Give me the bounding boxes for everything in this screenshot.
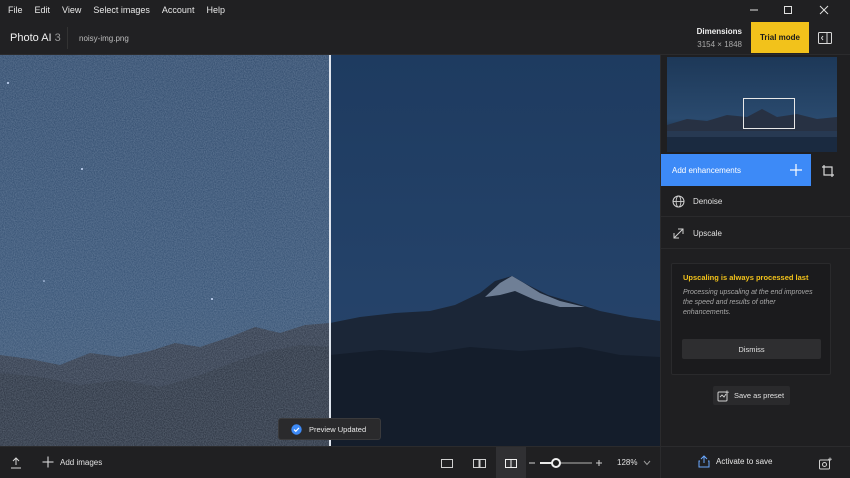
compare-divider	[329, 55, 331, 446]
notice-title: Upscaling is always processed last	[683, 273, 809, 282]
menu-bar: File Edit View Select images Account Hel…	[0, 0, 850, 20]
tab-divider	[67, 27, 68, 49]
enhancement-label: Denoise	[693, 196, 723, 206]
menu-account[interactable]: Account	[158, 5, 199, 15]
menu-edit[interactable]: Edit	[31, 5, 55, 15]
file-tab[interactable]: noisy-img.png	[79, 34, 129, 43]
preview-updated-toast: Preview Updated	[278, 418, 381, 440]
panel-toggle-icon[interactable]	[814, 28, 836, 48]
plus-icon	[787, 161, 805, 179]
view-split-icon[interactable]	[496, 447, 526, 478]
dimensions-value: 3154 × 1848	[697, 40, 742, 49]
preset-icon	[717, 390, 729, 402]
enhancement-label: Upscale	[693, 228, 722, 238]
app-title: Photo AI 3	[10, 32, 61, 44]
divider	[660, 447, 661, 478]
minimize-icon[interactable]	[737, 0, 771, 20]
expand-arrows-icon	[671, 226, 685, 240]
menu-help[interactable]: Help	[202, 5, 229, 15]
menu-file[interactable]: File	[4, 5, 27, 15]
zoom-in-icon[interactable]	[594, 458, 604, 468]
menu-select-images[interactable]: Select images	[89, 5, 154, 15]
trial-mode-button[interactable]: Trial mode	[751, 22, 809, 53]
add-images-button[interactable]: Add images	[42, 456, 102, 468]
app-name: Photo AI	[10, 32, 52, 44]
zoom-slider-thumb[interactable]	[550, 458, 561, 468]
bottom-bar: Add images 128% Activate to save	[0, 446, 850, 478]
activate-to-save-button[interactable]: Activate to save	[698, 455, 772, 468]
add-images-label: Add images	[60, 457, 103, 467]
chevron-down-icon[interactable]	[642, 458, 652, 468]
view-single-icon[interactable]	[437, 453, 457, 473]
zoom-value[interactable]: 128%	[617, 458, 637, 467]
toast-label: Preview Updated	[309, 424, 367, 434]
share-upload-icon	[698, 455, 710, 468]
zoom-out-icon[interactable]	[527, 458, 537, 468]
close-icon[interactable]	[807, 0, 841, 20]
image-canvas[interactable]	[0, 55, 660, 446]
image-preview	[0, 55, 660, 446]
view-side-by-side-icon[interactable]	[469, 453, 489, 473]
enhancement-denoise[interactable]: Denoise	[661, 186, 850, 217]
crop-icon[interactable]	[815, 158, 841, 184]
save-preset-button[interactable]: Save as preset	[713, 386, 790, 405]
activate-label: Activate to save	[716, 457, 773, 466]
notice-body: Processing upscaling at the end improves…	[683, 289, 813, 316]
save-preset-label: Save as preset	[734, 391, 785, 400]
navigator-thumbnail[interactable]	[667, 57, 837, 152]
dismiss-button[interactable]: Dismiss	[682, 339, 821, 359]
sidebar: Add enhancements Denoise Upscale Upscali…	[660, 55, 850, 446]
check-circle-icon	[291, 423, 302, 435]
viewport-frame[interactable]	[743, 98, 795, 129]
add-enhancements-button[interactable]: Add enhancements	[661, 154, 811, 186]
maximize-icon[interactable]	[771, 0, 805, 20]
export-icon[interactable]	[8, 455, 24, 471]
dimensions-label: Dimensions	[696, 27, 742, 36]
enhancement-upscale[interactable]: Upscale	[661, 218, 850, 249]
export-settings-icon[interactable]	[816, 454, 834, 472]
upscale-notice: Upscaling is always processed last Proce…	[671, 263, 831, 375]
zoom-slider[interactable]	[540, 458, 592, 468]
add-enhancements-label: Add enhancements	[672, 165, 741, 175]
title-bar: Photo AI 3 noisy-img.png Dimensions 3154 …	[0, 20, 850, 55]
plus-icon	[42, 456, 54, 468]
globe-icon	[671, 194, 685, 208]
app-version: 3	[54, 32, 61, 44]
menu-view[interactable]: View	[58, 5, 85, 15]
